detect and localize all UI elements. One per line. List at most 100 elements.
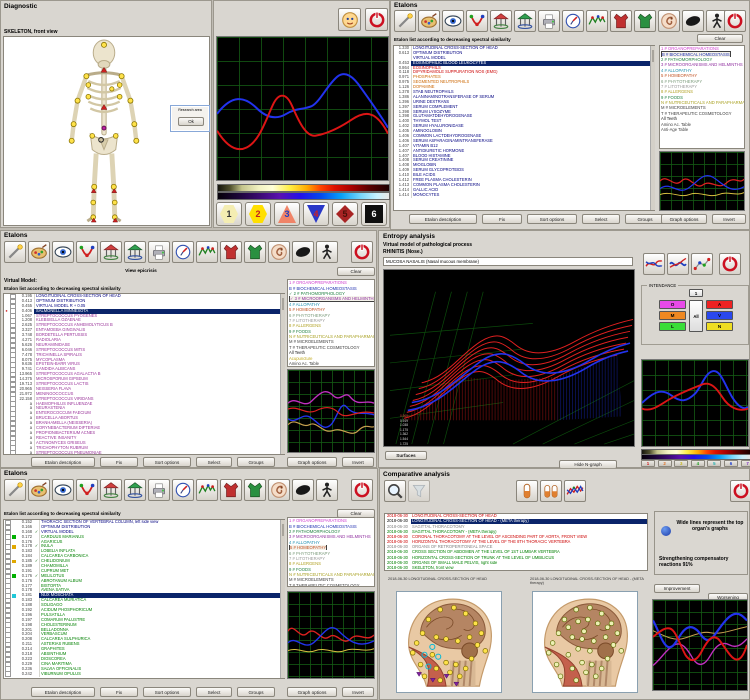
capsule-button[interactable] <box>516 480 538 502</box>
triad-button[interactable] <box>76 241 98 263</box>
shirt-green-button[interactable] <box>244 241 266 263</box>
select-button[interactable]: Select <box>196 457 232 467</box>
chart-waves-button[interactable] <box>667 253 689 275</box>
intendance-1-button[interactable]: 1 <box>689 289 703 297</box>
intendance-color-button[interactable]: O <box>659 300 686 309</box>
disc-button[interactable] <box>292 479 314 501</box>
fix-button[interactable]: Fix <box>100 687 138 697</box>
skeleton-image[interactable]: Research area Ok <box>3 36 210 226</box>
groups-button[interactable]: Groups <box>625 214 665 224</box>
list-scrollbar[interactable] <box>280 294 285 454</box>
intendance-color-button[interactable]: L <box>659 322 686 331</box>
clear-button[interactable]: Clear <box>697 34 743 43</box>
carousel-green-button[interactable] <box>124 241 146 263</box>
etalon-list-item[interactable]: 0.242 VIBURNUM OPULUS <box>4 672 284 677</box>
etalon-list-item[interactable]: 1.414 MONOCYTES <box>394 193 654 198</box>
entropy-3d-graph[interactable]: 0.9050.9191.0381.1751.3621.5441.725 <box>383 269 635 447</box>
step-button[interactable]: 3 <box>674 460 688 467</box>
step-button[interactable]: 7 <box>741 460 750 467</box>
carousel-green-button[interactable] <box>124 479 146 501</box>
close-panel-button[interactable] <box>724 10 746 32</box>
etalon-description-button[interactable]: Etalon description <box>31 457 95 467</box>
marker-button[interactable]: 6 <box>361 202 387 226</box>
ok-button[interactable]: Ok <box>178 117 204 126</box>
comparison-record-list[interactable]: 2018-06-30 LONGITUDINAL CROSS-SECTION OF… <box>384 513 648 571</box>
marker-button[interactable]: 4 <box>303 202 329 226</box>
triad-button[interactable] <box>76 479 98 501</box>
printer-button[interactable] <box>538 10 560 32</box>
carousel-red-button[interactable] <box>100 479 122 501</box>
intendance-color-button[interactable]: N <box>706 322 733 331</box>
step-button[interactable]: 4 <box>691 460 705 467</box>
graph-options-button[interactable]: Graph options <box>287 457 337 467</box>
etalon-list[interactable]: 0.195 LONGITUDINAL CROSS-SECTION OF HEAD… <box>3 293 285 455</box>
marker-button[interactable]: 5 <box>332 202 358 226</box>
eye-button[interactable] <box>52 479 74 501</box>
runner-button[interactable] <box>316 479 338 501</box>
filter-button[interactable] <box>408 480 430 502</box>
etalon-description-button[interactable]: Etalon description <box>31 687 95 697</box>
invert-button[interactable]: Invert <box>712 214 746 224</box>
marker-button[interactable]: 1 <box>216 202 242 226</box>
intendance-all-button[interactable]: All <box>689 300 703 332</box>
marker-button[interactable]: 2 <box>245 202 271 226</box>
waveform-button[interactable] <box>586 10 608 32</box>
step-button[interactable]: 1 <box>641 460 655 467</box>
shirt-red-button[interactable] <box>610 10 632 32</box>
shirt-red-button[interactable] <box>220 479 242 501</box>
triad-button[interactable] <box>466 10 488 32</box>
category-item[interactable]: Anti-Age Table <box>660 127 744 132</box>
category-item[interactable]: T # THERAPEUTIC COSMETOLOGY <box>660 111 744 116</box>
category-item[interactable]: T # THERAPEUTIC COSMETOLOGY <box>288 583 374 587</box>
select-button[interactable]: Select <box>196 687 232 697</box>
category-list[interactable]: 1 # ORGANOPREPARATIONS B # BIOCHEMICAL H… <box>287 279 375 367</box>
row-checkbox[interactable] <box>5 672 11 677</box>
eye-button[interactable] <box>442 10 464 32</box>
disc-button[interactable] <box>682 10 704 32</box>
sort-options-button[interactable]: Sort options <box>143 457 191 467</box>
palette-button[interactable] <box>28 479 50 501</box>
intendance-color-button[interactable]: A <box>706 300 733 309</box>
groups-button[interactable]: Groups <box>237 687 275 697</box>
gauge-button[interactable] <box>562 10 584 32</box>
waveform-button[interactable] <box>196 241 218 263</box>
embryo-button[interactable] <box>268 479 290 501</box>
gauge-button[interactable] <box>172 479 194 501</box>
invert-button[interactable]: Invert <box>342 457 374 467</box>
invert-button[interactable]: Invert <box>342 687 374 697</box>
marker-button[interactable]: 3 <box>274 202 300 226</box>
capsules-button[interactable] <box>540 480 562 502</box>
close-panel-button[interactable] <box>730 480 750 502</box>
etalon-list[interactable]: 0.152 THORACIC SECTION OF VERTEBRAL COLU… <box>3 519 285 679</box>
category-item[interactable]: 3 # MICROORGANISMS AND HELMINTHS <box>288 534 374 539</box>
patient-face-button[interactable] <box>338 8 361 31</box>
etalon-list[interactable]: 1.330 LONGITUDINAL CROSS-SECTION OF HEAD… <box>393 45 655 211</box>
step-button[interactable]: 2 <box>658 460 672 467</box>
etalon-description-button[interactable]: Etalon description <box>409 214 477 224</box>
close-panel-button[interactable] <box>365 8 388 31</box>
clear-button[interactable]: Clear <box>337 267 375 276</box>
list-scrollbar[interactable] <box>280 520 285 678</box>
graph-options-button[interactable]: Graph options <box>287 687 337 697</box>
category-item[interactable]: N # NUTRICEUTICALS AND PARAPHARMACEUTICA… <box>288 572 374 577</box>
printer-button[interactable] <box>148 479 170 501</box>
embryo-button[interactable] <box>658 10 680 32</box>
wand-button[interactable] <box>4 241 26 263</box>
fix-button[interactable]: Fix <box>100 457 138 467</box>
list-scrollbar[interactable] <box>650 46 655 210</box>
shirt-green-button[interactable] <box>244 479 266 501</box>
row-checkbox[interactable] <box>10 451 16 456</box>
close-panel-button[interactable] <box>351 241 373 263</box>
category-item[interactable]: N # NUTRICEUTICALS AND PARAPHARMACEUTICA… <box>288 334 374 339</box>
chart-compare-button[interactable] <box>564 480 586 502</box>
graph-options-button[interactable]: Graph options <box>661 214 707 224</box>
gauge-button[interactable] <box>172 241 194 263</box>
category-list[interactable]: 1 # ORGANOPREPARATIONS B # BIOCHEMICAL H… <box>659 45 745 149</box>
chart-points-button[interactable] <box>691 253 713 275</box>
organ-select[interactable]: MUCOSA NASALIS (Nasal mucous membrane) <box>383 257 633 266</box>
wand-button[interactable] <box>4 479 26 501</box>
record-item[interactable]: 2018-06-30 SKELETON, front view <box>385 566 647 571</box>
surfaces-tab[interactable]: Surfaces <box>385 451 427 460</box>
shirt-green-button[interactable] <box>634 10 656 32</box>
eye-button[interactable] <box>52 241 74 263</box>
